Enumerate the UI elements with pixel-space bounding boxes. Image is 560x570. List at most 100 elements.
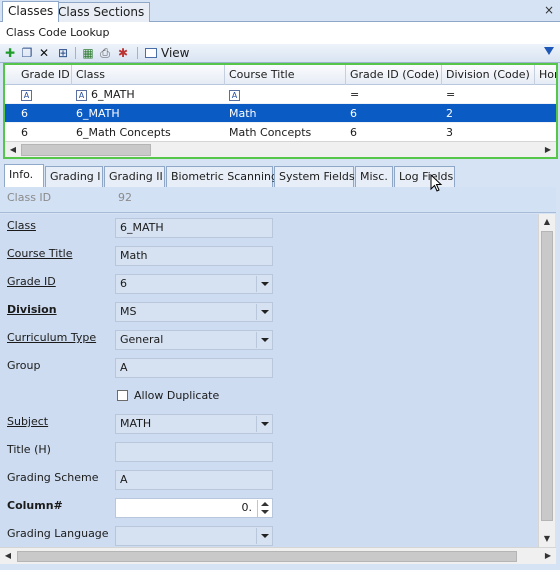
division-dropdown[interactable]: MS — [115, 302, 273, 322]
view-icon — [145, 48, 157, 58]
curriculum-type-value: General — [120, 333, 164, 346]
export-excel-icon[interactable]: ▦ — [81, 46, 95, 60]
close-icon[interactable]: × — [544, 3, 554, 17]
class-id-value: 92 — [118, 191, 132, 204]
course-title-field[interactable]: Math — [115, 246, 273, 266]
add-icon[interactable]: ✚ — [3, 46, 17, 60]
column-header-division-code[interactable]: Division (Code) — [442, 65, 535, 85]
table-row[interactable]: 6 6_MATH Math 6 2 — [5, 104, 556, 123]
column-header-hom[interactable]: Hom — [535, 65, 556, 85]
curriculum-type-label: Curriculum Type — [7, 331, 97, 344]
class-id-bar: Class ID 92 — [0, 187, 556, 213]
column-number-stepper[interactable]: 0. — [115, 498, 273, 518]
scroll-right-icon[interactable]: ▶ — [540, 142, 556, 157]
grading-language-label: Grading Language — [7, 527, 109, 540]
class-label: Class — [7, 219, 36, 232]
class-id-label: Class ID — [7, 191, 52, 204]
cell-division-code: 2 — [446, 107, 453, 120]
tab-system-fields[interactable]: System Fields — [274, 166, 355, 187]
tab-grading-ii[interactable]: Grading II — [104, 166, 165, 187]
delete-icon[interactable]: ✕ — [37, 46, 51, 60]
scrollbar-thumb[interactable] — [541, 231, 553, 521]
column-number-value: 0. — [241, 501, 253, 514]
scroll-right-icon[interactable]: ▶ — [540, 548, 556, 564]
grid-horizontal-scrollbar[interactable]: ◀ ▶ — [5, 141, 556, 157]
cell-division-code: 3 — [446, 126, 453, 139]
chevron-down-icon[interactable] — [256, 528, 271, 544]
cell-grade-code: 6 — [350, 107, 357, 120]
scrollbar-thumb[interactable] — [21, 144, 151, 156]
grade-id-value: 6 — [120, 277, 127, 290]
tab-grading-i[interactable]: Grading I — [45, 166, 103, 187]
division-value: MS — [120, 305, 137, 318]
scroll-left-icon[interactable]: ◀ — [5, 142, 21, 157]
filter-cell-grade-code[interactable]: = — [346, 85, 442, 104]
top-tab-bar: Classes Class Sections × — [0, 0, 560, 22]
tools-icon[interactable]: ✱ — [116, 46, 130, 60]
subject-value: MATH — [120, 417, 152, 430]
column-header-course-title[interactable]: Course Title — [225, 65, 346, 85]
table-row[interactable]: 6 6_Math Concepts Math Concepts 6 3 — [5, 123, 556, 142]
grade-id-dropdown[interactable]: 6 — [115, 274, 273, 294]
class-lookup-grid: Grade ID Class Course Title Grade ID (Co… — [3, 63, 558, 159]
print-icon[interactable]: ⎙ — [98, 46, 112, 60]
curriculum-type-dropdown[interactable]: General — [115, 330, 273, 350]
grading-language-dropdown[interactable] — [115, 526, 273, 546]
scroll-up-icon[interactable]: ▲ — [539, 214, 555, 230]
spin-down-icon[interactable] — [261, 510, 269, 514]
filter-cell-grade-id[interactable]: A — [17, 85, 72, 104]
filter-class-value: 6_MATH — [91, 88, 135, 101]
tab-log-fields[interactable]: Log Fields — [394, 166, 455, 187]
chevron-down-icon[interactable] — [256, 304, 271, 320]
group-field[interactable]: A — [115, 358, 273, 378]
allow-duplicate-checkbox[interactable] — [117, 390, 128, 401]
scroll-left-icon[interactable]: ◀ — [0, 548, 16, 564]
cell-course-title: Math — [229, 107, 257, 120]
filter-cell-class[interactable]: A 6_MATH — [72, 85, 225, 104]
grid-header: Grade ID Class Course Title Grade ID (Co… — [5, 65, 556, 85]
detail-tab-bar: Info. Grading I Grading II Biometric Sca… — [0, 163, 560, 187]
scrollbar-thumb[interactable] — [17, 551, 517, 562]
chevron-down-icon[interactable] — [256, 416, 271, 432]
title-h-label: Title (H) — [7, 443, 51, 456]
view-button[interactable]: View — [145, 45, 189, 62]
tab-misc[interactable]: Misc. — [355, 166, 393, 187]
subject-dropdown[interactable]: MATH — [115, 414, 273, 434]
chevron-down-icon[interactable] — [256, 332, 271, 348]
subject-label: Subject — [7, 415, 49, 428]
tab-class-sections[interactable]: Class Sections — [52, 2, 151, 22]
form-vertical-scrollbar[interactable]: ▲ ▼ — [538, 214, 555, 547]
toolbar-divider — [137, 47, 138, 59]
cell-grade-id: 6 — [21, 126, 28, 139]
scroll-down-icon[interactable]: ▼ — [539, 531, 555, 547]
division-label: Division — [7, 303, 57, 316]
lookup-title: Class Code Lookup — [0, 22, 560, 44]
grid-filter-row: A A 6_MATH A = = — [5, 85, 556, 104]
column-number-label: Column# — [7, 499, 63, 512]
spin-buttons[interactable] — [257, 500, 271, 517]
filter-cell-division-code[interactable]: = — [442, 85, 535, 104]
cell-grade-id: 6 — [21, 107, 28, 120]
grading-scheme-field[interactable]: A — [115, 470, 273, 490]
lookup-toolbar: ✚ ❐ ✕ ⊞ ▦ ⎙ ✱ View — [0, 44, 560, 63]
tab-classes[interactable]: Classes — [2, 1, 60, 22]
grade-id-label: Grade ID — [7, 275, 56, 288]
filter-cell-course-title[interactable]: A — [225, 85, 346, 104]
filter-mode-icon: A — [76, 89, 87, 101]
class-field[interactable]: 6_MATH — [115, 218, 273, 238]
spin-up-icon[interactable] — [261, 502, 269, 506]
chevron-down-icon[interactable] — [256, 276, 271, 292]
tab-info[interactable]: Info. — [4, 164, 44, 187]
tab-biometric-scanning[interactable]: Biometric Scanning — [166, 166, 278, 187]
course-title-label: Course Title — [7, 247, 73, 260]
column-header-grade-id-code[interactable]: Grade ID (Code) — [346, 65, 442, 85]
copy-icon[interactable]: ❐ — [20, 46, 34, 60]
group-label: Group — [7, 359, 41, 372]
column-header-grade-id[interactable]: Grade ID — [17, 65, 72, 85]
filter-icon[interactable] — [544, 47, 554, 55]
title-h-field[interactable] — [115, 442, 273, 462]
grid-layout-icon[interactable]: ⊞ — [56, 46, 70, 60]
form-horizontal-scrollbar[interactable]: ◀ ▶ — [0, 547, 556, 564]
column-header-class[interactable]: Class — [72, 65, 225, 85]
cell-course-title: Math Concepts — [229, 126, 312, 139]
